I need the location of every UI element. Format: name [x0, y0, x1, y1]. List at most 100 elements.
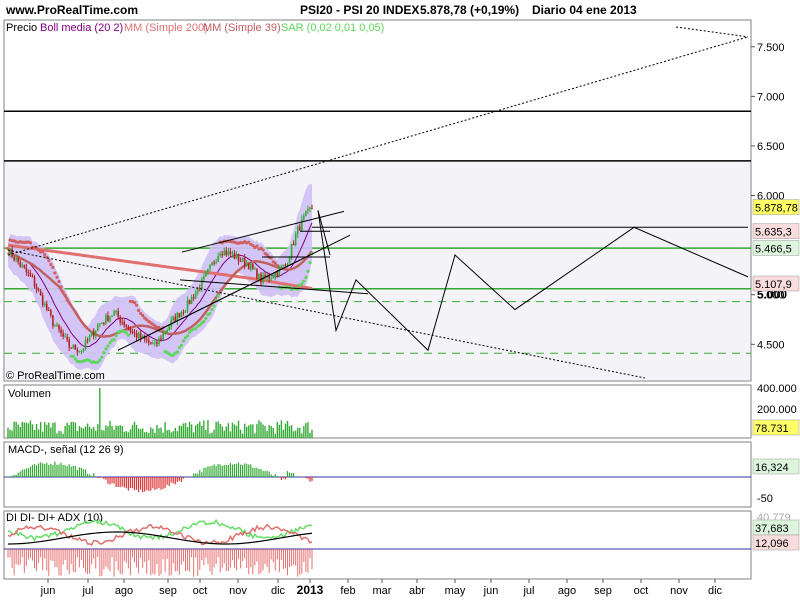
- sar-dot: [65, 298, 69, 302]
- macd-value: 16,324: [755, 462, 789, 474]
- volume-bar: [52, 422, 54, 438]
- candle-body: [182, 312, 185, 314]
- volume-bar: [11, 430, 13, 438]
- sar-dot: [134, 303, 139, 307]
- candle-body: [37, 289, 40, 291]
- candle-body: [221, 253, 224, 256]
- volume-bar: [303, 426, 305, 438]
- candle-body: [284, 264, 287, 266]
- candle-body: [23, 265, 26, 268]
- volume-bar: [13, 421, 15, 438]
- volume-bar: [95, 430, 97, 438]
- volume-bar: [70, 422, 72, 438]
- volume-bar: [7, 427, 9, 438]
- candle-body: [127, 326, 130, 329]
- candle-body: [223, 250, 226, 256]
- volume-bar: [121, 426, 123, 438]
- volume-bar: [135, 424, 138, 438]
- volume-bar: [305, 423, 307, 438]
- sar-dot: [302, 279, 306, 283]
- volume-bar: [160, 427, 162, 438]
- candle-body: [25, 267, 28, 273]
- candle-body: [33, 277, 36, 287]
- candle-body: [298, 226, 301, 231]
- sar-dot: [55, 275, 59, 279]
- volume-bar: [162, 432, 164, 438]
- candle-body: [294, 234, 297, 246]
- volume-bar: [286, 420, 289, 438]
- volume-bar: [188, 421, 191, 438]
- volume-bar: [174, 427, 177, 438]
- legend-entry-0: Precio: [6, 22, 37, 34]
- candle-body: [307, 208, 309, 211]
- volume-bar: [90, 428, 93, 438]
- volume-bar: [297, 427, 299, 438]
- candle-body: [111, 315, 113, 317]
- volume-bar: [215, 422, 217, 438]
- legend-entry-4: SAR (0,02 0,01 0,05): [281, 22, 384, 34]
- volume-bar: [19, 427, 21, 438]
- x-label-sep: sep: [159, 585, 177, 597]
- candle-body: [31, 276, 34, 278]
- candle-body: [123, 322, 126, 326]
- volume-bar: [311, 429, 313, 438]
- candle-body: [296, 226, 299, 235]
- sar-dot: [210, 307, 214, 312]
- sar-dot: [102, 351, 106, 355]
- volume-bar: [48, 422, 50, 438]
- candle-body: [172, 316, 175, 320]
- volume-bar: [80, 427, 83, 438]
- volume-bar: [56, 433, 58, 438]
- candle-body: [237, 254, 240, 262]
- x-label-jun: jun: [40, 585, 56, 597]
- volume-bar: [260, 422, 262, 438]
- sar-dot: [261, 248, 265, 252]
- candle-body: [101, 322, 103, 324]
- volume-bar: [203, 420, 205, 438]
- value-label-0: 5.878,78: [755, 203, 798, 215]
- volume-bar: [92, 427, 95, 438]
- candle-body: [211, 262, 213, 266]
- volume-bar: [231, 422, 234, 438]
- candle-body: [99, 323, 101, 325]
- x-label-nov: nov: [670, 585, 688, 597]
- volume-bar: [223, 430, 225, 438]
- volume-bar: [246, 426, 248, 438]
- candle-body: [78, 351, 81, 353]
- volume-bar: [84, 426, 87, 438]
- sar-dot: [255, 244, 259, 248]
- sar-dot: [57, 279, 61, 284]
- volume-bar: [103, 430, 105, 438]
- x-label-ago: ago: [558, 585, 576, 597]
- volume-bar: [229, 431, 232, 438]
- x-label-jul: jul: [522, 585, 534, 597]
- volume-bar: [270, 426, 272, 438]
- volume-bar: [221, 426, 223, 438]
- candle-body: [76, 349, 79, 353]
- volume-bar: [78, 426, 81, 438]
- candle-body: [119, 316, 122, 323]
- x-label-abr: abr: [409, 585, 425, 597]
- volume-bar: [282, 429, 285, 438]
- volume-bar: [143, 432, 146, 438]
- volume-bar: [133, 421, 136, 438]
- volume-bar: [105, 425, 107, 438]
- candle-body: [45, 303, 48, 310]
- candle-body: [68, 339, 71, 348]
- volume-bar: [197, 423, 199, 438]
- candle-body: [72, 344, 75, 349]
- candle-body: [192, 297, 195, 299]
- volume-bar: [195, 425, 197, 438]
- volume-bar: [217, 421, 219, 438]
- candle-body: [213, 262, 215, 264]
- sar-dot: [114, 333, 118, 338]
- volume-bar: [192, 432, 195, 438]
- sar-dot: [126, 333, 130, 337]
- candle-body: [235, 254, 238, 259]
- candle-body: [109, 316, 111, 322]
- macd-title: MACD-, señal (12 26 9): [8, 444, 124, 456]
- candle-body: [258, 273, 260, 280]
- sar-dot: [41, 250, 45, 254]
- sar-dot: [216, 294, 220, 298]
- sar-dot: [212, 304, 216, 308]
